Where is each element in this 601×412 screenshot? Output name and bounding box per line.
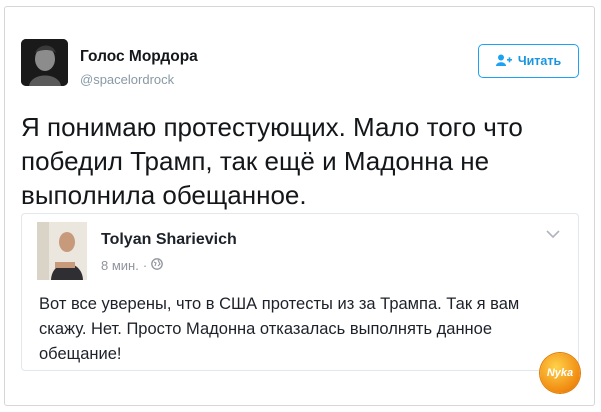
quoted-post-time[interactable]: 8 мин. [101, 258, 139, 273]
quoted-post-text: Вот все уверены, что в США протесты из з… [39, 295, 520, 363]
author-avatar[interactable] [21, 39, 68, 86]
quoted-post-meta: 8 мин. · [101, 258, 164, 273]
watermark-logo: Nyka [540, 353, 580, 393]
globe-icon [151, 258, 164, 273]
quoted-author-name[interactable]: Tolyan Sharievich [101, 231, 237, 249]
quoted-author-image [37, 222, 87, 280]
author-name[interactable]: Голос Мордора [80, 48, 198, 66]
avatar-image [21, 39, 68, 86]
chevron-down-icon[interactable] [546, 226, 560, 242]
watermark-text: Nyka [546, 367, 574, 379]
add-user-icon [495, 54, 512, 69]
author-handle[interactable]: @spacelordrock [80, 72, 174, 87]
tweet-text: Я понимаю протестующих. Мало того что по… [21, 112, 523, 210]
follow-button-label: Читать [517, 54, 562, 68]
meta-separator: · [142, 258, 148, 273]
quoted-post[interactable]: Tolyan Sharievich 8 мин. · Вот все увере… [21, 213, 579, 371]
quoted-author-photo[interactable] [37, 222, 87, 280]
follow-button[interactable]: Читать [478, 44, 579, 78]
